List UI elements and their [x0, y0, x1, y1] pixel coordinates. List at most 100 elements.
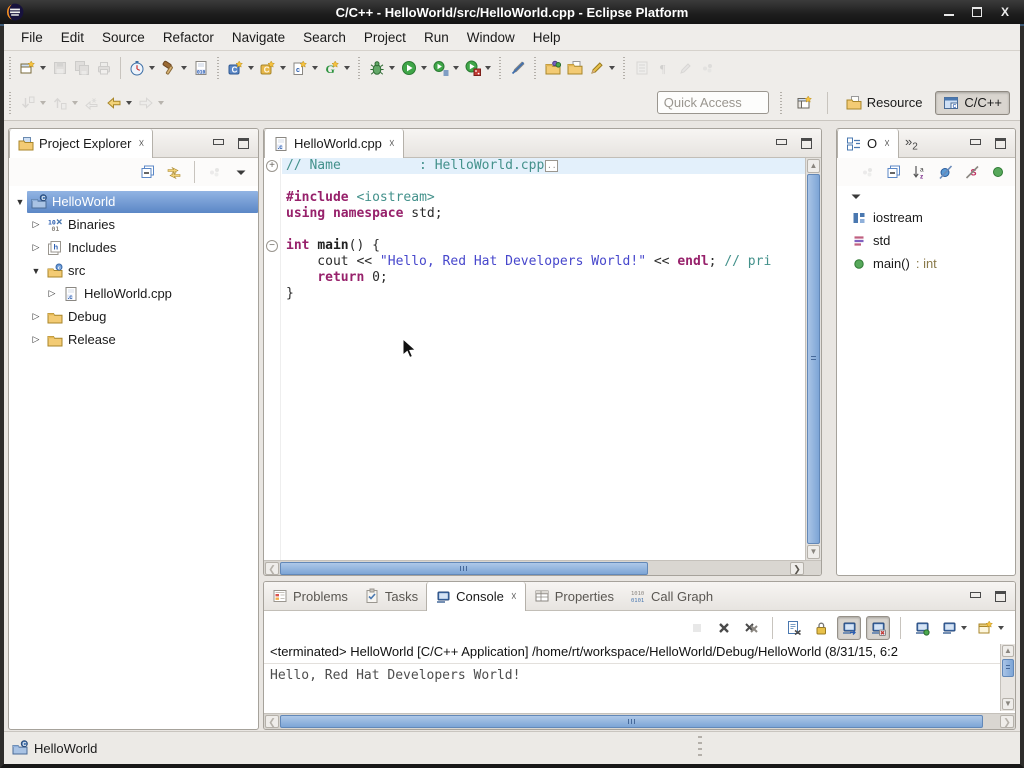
coverage-button[interactable] — [462, 56, 494, 80]
profile-button[interactable] — [126, 56, 158, 80]
perspective-resource-button[interactable]: Resource — [839, 92, 930, 114]
expand-arrow-icon[interactable]: ▷ — [29, 219, 43, 230]
status-resize-handle[interactable] — [698, 736, 702, 760]
tab-project-explorer[interactable]: Project Explorer ☓ — [9, 129, 153, 158]
collapse-fold-icon[interactable]: − — [266, 240, 278, 252]
folded-region-icon[interactable]: .. — [545, 160, 558, 172]
dropdown-chevron-icon[interactable] — [344, 66, 350, 70]
annotate-button[interactable] — [586, 56, 618, 80]
toolbar-handle[interactable] — [620, 57, 629, 79]
scroll-left-icon[interactable]: ❮ — [265, 715, 279, 728]
new-wizard-button[interactable] — [17, 56, 49, 80]
tab-outline[interactable]: O ☓ — [837, 129, 899, 158]
menu-file[interactable]: File — [12, 26, 52, 49]
pin-console-button[interactable] — [911, 616, 933, 640]
console-horizontal-scrollbar[interactable]: ❮ ❯ — [264, 713, 1015, 729]
dropdown-chevron-icon[interactable] — [126, 101, 132, 105]
view-menu-button[interactable] — [230, 160, 252, 184]
expand-arrow-icon[interactable]: ▷ — [45, 288, 59, 299]
dropdown-chevron-icon[interactable] — [181, 66, 187, 70]
open-task-button[interactable] — [542, 56, 564, 80]
remove-button[interactable] — [713, 616, 735, 640]
hide-static-button[interactable]: S — [961, 160, 983, 184]
tab-properties[interactable]: Properties — [526, 582, 622, 610]
new-class-button[interactable]: G — [321, 56, 353, 80]
editor-horizontal-scrollbar[interactable]: ❮ ❯ — [264, 560, 821, 576]
perspective-cpp-button[interactable]: C C/C++ — [935, 91, 1010, 115]
scroll-up-icon[interactable]: ▲ — [1002, 645, 1014, 657]
collapse-all-button[interactable] — [883, 160, 905, 184]
tab-helloworld-cpp[interactable]: .c HelloWorld.cpp ☓ — [264, 129, 404, 158]
scroll-up-icon[interactable]: ▲ — [807, 159, 820, 173]
scrollbar-thumb[interactable] — [1002, 659, 1014, 677]
menu-window[interactable]: Window — [458, 26, 524, 49]
tab-console[interactable]: Console☓ — [426, 582, 526, 611]
scroll-left-icon[interactable]: ❮ — [265, 562, 279, 575]
debug-button[interactable] — [366, 56, 398, 80]
editor-vertical-scrollbar[interactable]: ▲ ▼ — [805, 158, 821, 560]
tree-item-release[interactable]: ▷Release — [9, 328, 258, 351]
dropdown-chevron-icon[interactable] — [149, 66, 155, 70]
toolbar-handle[interactable] — [6, 92, 15, 114]
scroll-right-icon[interactable]: ❯ — [1000, 715, 1014, 728]
toolbar-handle[interactable] — [6, 57, 15, 79]
remove-all-button[interactable] — [740, 616, 762, 640]
minimize-view-button[interactable] — [969, 591, 982, 602]
open-perspective-button[interactable] — [794, 91, 816, 115]
menu-refactor[interactable]: Refactor — [154, 26, 223, 49]
new-c-file-button[interactable]: c — [289, 56, 321, 80]
console-vertical-scrollbar[interactable]: ▲ ▼ — [1000, 644, 1015, 711]
close-icon[interactable]: ☓ — [882, 137, 890, 150]
toolbar-handle[interactable] — [496, 57, 505, 79]
hide-nonpublic-button[interactable] — [987, 160, 1009, 184]
scroll-right-icon[interactable]: ❯ — [790, 562, 804, 575]
dropdown-chevron-icon[interactable] — [453, 66, 459, 70]
close-icon[interactable]: ☓ — [387, 137, 395, 150]
tree-item-includes[interactable]: ▷hIncludes — [9, 236, 258, 259]
collapse-all-button[interactable] — [137, 160, 159, 184]
dropdown-chevron-icon[interactable] — [312, 66, 318, 70]
tab-tasks[interactable]: Tasks — [356, 582, 426, 610]
link-editor-button[interactable] — [163, 160, 185, 184]
code-area[interactable]: // Name : HelloWorld.cpp..#include <iost… — [282, 158, 805, 560]
dropdown-chevron-icon[interactable] — [485, 66, 491, 70]
scroll-lock-button[interactable] — [810, 616, 832, 640]
scrollbar-thumb[interactable] — [280, 562, 648, 575]
tree-item-src[interactable]: ▼csrc — [9, 259, 258, 282]
scroll-down-icon[interactable]: ▼ — [1002, 698, 1014, 710]
expand-arrow-icon[interactable]: ▷ — [29, 242, 43, 253]
view-menu-button[interactable] — [845, 184, 867, 208]
toolbar-handle[interactable] — [777, 92, 786, 114]
tree-item-debug[interactable]: ▷Debug — [9, 305, 258, 328]
menu-source[interactable]: Source — [93, 26, 154, 49]
menu-project[interactable]: Project — [355, 26, 415, 49]
menu-edit[interactable]: Edit — [52, 26, 93, 49]
maximize-editor-button[interactable] — [800, 138, 813, 149]
maximize-view-button[interactable] — [237, 138, 250, 149]
minimize-view-button[interactable] — [969, 138, 982, 149]
display-console-button[interactable] — [938, 616, 970, 640]
outline-item-iostream[interactable]: iostream — [837, 206, 1015, 229]
new-c-project-button[interactable]: C — [225, 56, 257, 80]
dropdown-chevron-icon[interactable] — [421, 66, 427, 70]
binary-file-button[interactable]: 010 — [190, 56, 212, 80]
window-minimize-button[interactable] — [942, 6, 956, 18]
dropdown-chevron-icon[interactable] — [609, 66, 615, 70]
hide-fields-button[interactable] — [935, 160, 957, 184]
console-output[interactable]: Hello, Red Hat Developers World! ▲ ▼ — [264, 664, 1015, 711]
open-resource-button[interactable] — [564, 56, 586, 80]
build-button[interactable] — [158, 56, 190, 80]
expand-arrow-icon[interactable]: ▷ — [29, 334, 43, 345]
clear-console-button[interactable] — [783, 616, 805, 640]
menu-help[interactable]: Help — [524, 26, 570, 49]
back-button[interactable] — [103, 91, 135, 115]
outline-item-main-[interactable]: main() : int — [837, 252, 1015, 275]
maximize-view-button[interactable] — [994, 138, 1007, 149]
menu-search[interactable]: Search — [294, 26, 355, 49]
maximize-view-button[interactable] — [994, 591, 1007, 602]
dropdown-chevron-icon[interactable] — [998, 626, 1004, 630]
stdout-button[interactable] — [837, 616, 861, 640]
sort-az-button[interactable]: az — [909, 160, 931, 184]
toolbar-handle[interactable] — [355, 57, 364, 79]
new-cpp-class-button[interactable]: C — [257, 56, 289, 80]
